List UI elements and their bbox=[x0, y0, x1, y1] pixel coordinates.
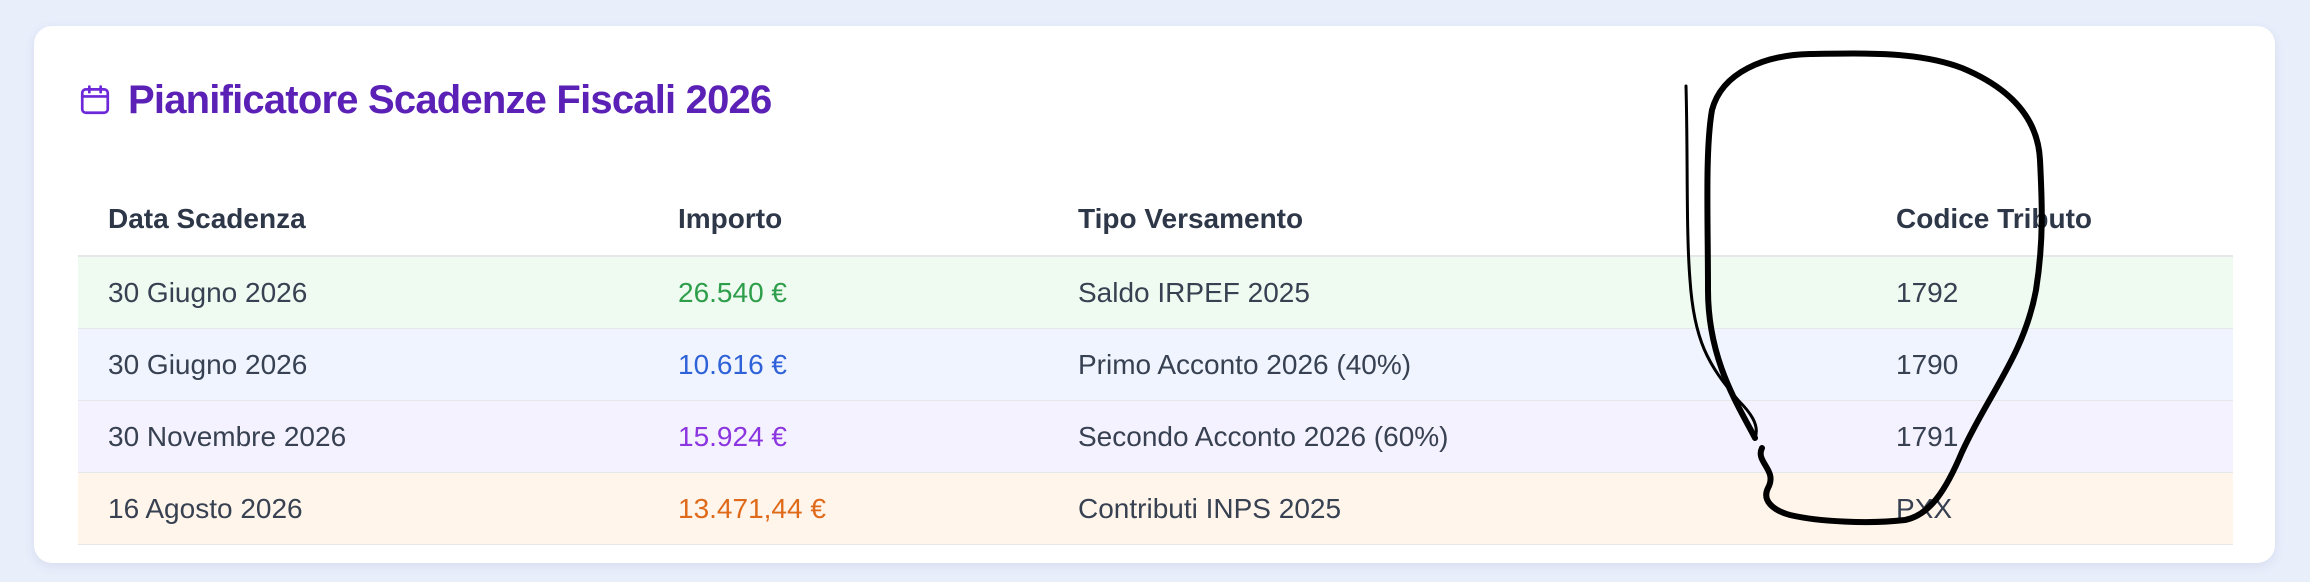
deadlines-table: Data Scadenza Importo Tipo Versamento Co… bbox=[78, 183, 2233, 545]
table-row: 30 Novembre 2026 15.924 € Secondo Accont… bbox=[78, 400, 2233, 473]
tax-code-cell: 1791 bbox=[1866, 400, 2233, 473]
deadline-planner-card: Pianificatore Scadenze Fiscali 2026 Data… bbox=[34, 26, 2275, 563]
calendar-icon bbox=[80, 85, 110, 115]
table-row: 30 Giugno 2026 26.540 € Saldo IRPEF 2025… bbox=[78, 256, 2233, 329]
column-header-amount: Importo bbox=[648, 183, 1048, 257]
table-row: 16 Agosto 2026 13.471,44 € Contributi IN… bbox=[78, 472, 2233, 545]
tax-code-cell: PXX bbox=[1866, 472, 2233, 545]
tax-code-cell: 1792 bbox=[1866, 256, 2233, 329]
amount-cell: 15.924 € bbox=[648, 400, 1048, 473]
amount-cell: 26.540 € bbox=[648, 256, 1048, 329]
due-date-cell: 30 Giugno 2026 bbox=[78, 328, 648, 401]
due-date-cell: 30 Giugno 2026 bbox=[78, 256, 648, 329]
due-date-cell: 16 Agosto 2026 bbox=[78, 472, 648, 545]
due-date-cell: 30 Novembre 2026 bbox=[78, 400, 648, 473]
table-row: 30 Giugno 2026 10.616 € Primo Acconto 20… bbox=[78, 328, 2233, 401]
payment-type-cell: Contributi INPS 2025 bbox=[1048, 472, 1866, 545]
page-title: Pianificatore Scadenze Fiscali 2026 bbox=[128, 77, 772, 122]
column-header-date: Data Scadenza bbox=[78, 183, 648, 257]
column-header-tax-code: Codice Tributo bbox=[1866, 183, 2233, 257]
payment-type-cell: Primo Acconto 2026 (40%) bbox=[1048, 328, 1866, 401]
tax-code-cell: 1790 bbox=[1866, 328, 2233, 401]
table-header-row: Data Scadenza Importo Tipo Versamento Co… bbox=[78, 183, 2233, 257]
payment-type-cell: Saldo IRPEF 2025 bbox=[1048, 256, 1866, 329]
card-header: Pianificatore Scadenze Fiscali 2026 bbox=[78, 70, 772, 130]
payment-type-cell: Secondo Acconto 2026 (60%) bbox=[1048, 400, 1866, 473]
column-header-payment-type: Tipo Versamento bbox=[1048, 183, 1866, 257]
amount-cell: 10.616 € bbox=[648, 328, 1048, 401]
amount-cell: 13.471,44 € bbox=[648, 472, 1048, 545]
